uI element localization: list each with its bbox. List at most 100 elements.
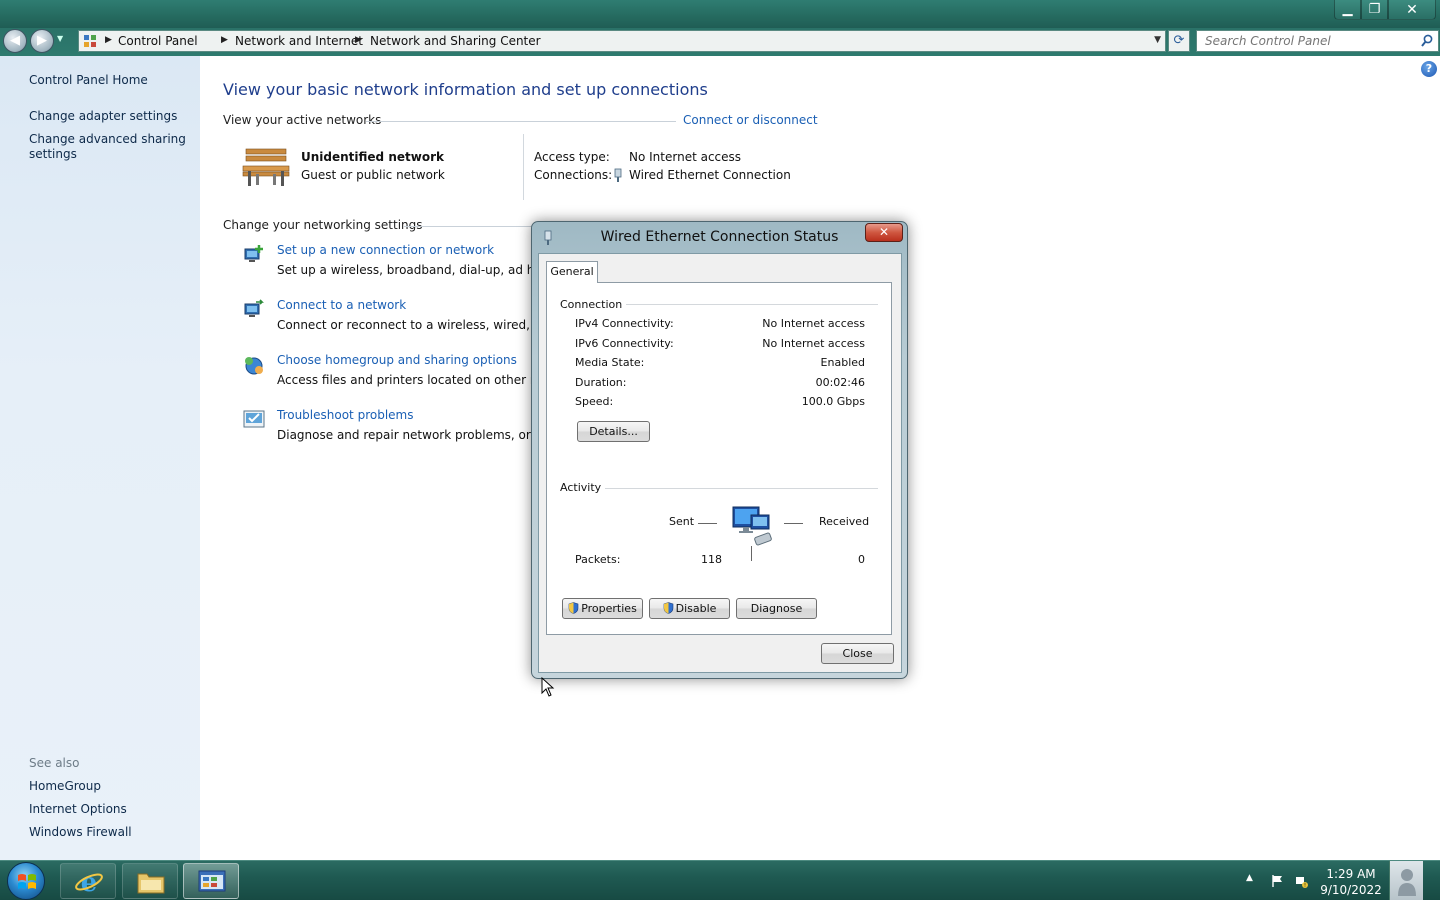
ipv6-label: IPv6 Connectivity: bbox=[575, 337, 674, 350]
taskbar-windows-explorer[interactable] bbox=[122, 863, 178, 899]
properties-button-label: Properties bbox=[581, 602, 637, 615]
network-type-link[interactable]: Guest or public network bbox=[301, 168, 445, 182]
disable-button[interactable]: Disable bbox=[649, 598, 730, 619]
diagnose-button[interactable]: Diagnose bbox=[736, 598, 817, 619]
show-hidden-icons-arrow[interactable]: ▲ bbox=[1246, 873, 1253, 883]
ethernet-plug-icon bbox=[614, 168, 622, 182]
help-icon[interactable]: ? bbox=[1421, 61, 1437, 77]
windows-firewall-link[interactable]: Windows Firewall bbox=[29, 825, 189, 840]
group-divider bbox=[623, 304, 878, 305]
connect-to-network-icon bbox=[244, 299, 264, 317]
duration-value: 00:02:46 bbox=[815, 376, 865, 389]
show-desktop-button[interactable] bbox=[1389, 861, 1423, 900]
troubleshoot-link[interactable]: Troubleshoot problems bbox=[277, 408, 413, 422]
minimize-button[interactable]: ▁ bbox=[1334, 0, 1361, 20]
taskbar-internet-explorer[interactable]: e bbox=[60, 863, 116, 899]
group-divider bbox=[603, 488, 878, 489]
received-line bbox=[784, 523, 803, 524]
homegroup-sharing-link[interactable]: Choose homegroup and sharing options bbox=[277, 353, 517, 367]
network-computers-icon bbox=[732, 506, 772, 546]
taskbar-control-panel[interactable] bbox=[183, 863, 239, 899]
disable-button-label: Disable bbox=[675, 602, 717, 615]
svg-text:!: ! bbox=[1304, 883, 1306, 888]
connect-to-network-link[interactable]: Connect to a network bbox=[277, 298, 406, 312]
duration-label: Duration: bbox=[575, 376, 627, 389]
change-advanced-sharing-link[interactable]: Change advanced sharing settings bbox=[29, 132, 189, 162]
troubleshoot-icon bbox=[243, 410, 265, 428]
connections-label: Connections: bbox=[534, 168, 613, 182]
search-input[interactable] bbox=[1197, 31, 1412, 51]
breadcrumb-separator[interactable]: ▶ bbox=[221, 35, 228, 45]
wired-ethernet-connection-link[interactable]: Wired Ethernet Connection bbox=[629, 168, 791, 182]
connect-or-disconnect-link[interactable]: Connect or disconnect bbox=[683, 113, 818, 127]
page-title: View your basic network information and … bbox=[223, 80, 708, 99]
active-networks-label: View your active networks bbox=[223, 113, 382, 127]
change-adapter-settings-link[interactable]: Change adapter settings bbox=[29, 109, 189, 124]
sent-label: Sent bbox=[669, 515, 695, 528]
clock-date: 9/10/2022 bbox=[1320, 883, 1382, 897]
internet-explorer-icon: e bbox=[75, 868, 103, 896]
close-button[interactable]: Close bbox=[821, 643, 894, 664]
address-bar[interactable]: ▶ Control Panel ▶ Network and Internet ▶… bbox=[78, 30, 1166, 52]
clock-time: 1:29 AM bbox=[1326, 867, 1376, 881]
clock[interactable]: 1:29 AM 9/10/2022 bbox=[1318, 866, 1384, 898]
packets-divider bbox=[751, 546, 752, 561]
dialog-close-x-button[interactable]: ✕ bbox=[865, 223, 903, 242]
address-dropdown-icon[interactable]: ▼ bbox=[1154, 35, 1161, 45]
packets-label: Packets: bbox=[575, 553, 621, 566]
internet-options-link[interactable]: Internet Options bbox=[29, 802, 189, 817]
setup-new-connection-link[interactable]: Set up a new connection or network bbox=[277, 243, 494, 257]
taskbar: e ▲ ! 1:29 AM 9/10/2022 bbox=[0, 860, 1440, 900]
ipv4-label: IPv4 Connectivity: bbox=[575, 317, 674, 330]
uac-shield-icon bbox=[568, 602, 579, 614]
details-button[interactable]: Details... bbox=[577, 421, 650, 442]
dialog-title: Wired Ethernet Connection Status bbox=[600, 229, 839, 245]
start-button[interactable] bbox=[7, 862, 45, 900]
networking-settings-label: Change your networking settings bbox=[223, 218, 423, 232]
back-button[interactable]: ◀ bbox=[3, 29, 27, 53]
recent-pages-dropdown[interactable]: ▼ bbox=[57, 34, 63, 43]
maximize-button[interactable]: ❐ bbox=[1361, 0, 1388, 20]
breadcrumb-control-panel[interactable]: Control Panel bbox=[118, 34, 198, 48]
speed-label: Speed: bbox=[575, 395, 614, 408]
window-titlebar: ▁ ❐ ✕ bbox=[0, 0, 1440, 28]
mouse-cursor-icon bbox=[541, 677, 555, 697]
network-no-internet-icon[interactable]: ! bbox=[1294, 874, 1308, 888]
breadcrumb-separator[interactable]: ▶ bbox=[355, 35, 362, 45]
search-box[interactable] bbox=[1196, 30, 1439, 52]
user-icon bbox=[1398, 869, 1416, 896]
media-state-value: Enabled bbox=[820, 356, 865, 369]
activity-group-label: Activity bbox=[560, 481, 606, 494]
left-navigation-pane: Control Panel Home Change adapter settin… bbox=[0, 56, 200, 860]
ipv6-value: No Internet access bbox=[762, 337, 865, 350]
breadcrumb-network-sharing-center[interactable]: Network and Sharing Center bbox=[370, 34, 541, 48]
network-divider bbox=[523, 134, 524, 200]
see-also-heading: See also bbox=[29, 756, 80, 770]
window-close-button[interactable]: ✕ bbox=[1388, 0, 1436, 20]
forward-button[interactable]: ▶ bbox=[30, 29, 54, 53]
control-panel-window-icon bbox=[198, 870, 226, 892]
park-bench-icon bbox=[242, 148, 290, 186]
connection-group-label: Connection bbox=[560, 298, 627, 311]
breadcrumb-separator[interactable]: ▶ bbox=[105, 35, 112, 45]
breadcrumb-network-and-internet[interactable]: Network and Internet bbox=[235, 34, 363, 48]
search-icon[interactable] bbox=[1421, 34, 1433, 48]
general-tab-panel: Connection IPv4 Connectivity: No Interne… bbox=[546, 282, 892, 635]
homegroup-link[interactable]: HomeGroup bbox=[29, 779, 189, 794]
network-name: Unidentified network bbox=[301, 150, 444, 164]
properties-button[interactable]: Properties bbox=[562, 598, 643, 619]
control-panel-home-link[interactable]: Control Panel Home bbox=[29, 73, 189, 88]
tab-general[interactable]: General bbox=[546, 261, 598, 283]
media-state-label: Media State: bbox=[575, 356, 645, 369]
folder-icon bbox=[137, 873, 165, 894]
refresh-button[interactable]: ⟳ bbox=[1168, 30, 1190, 52]
control-panel-icon bbox=[84, 35, 96, 47]
connection-status-dialog: Wired Ethernet Connection Status ✕ Gener… bbox=[531, 221, 908, 679]
action-center-flag-icon[interactable] bbox=[1270, 874, 1284, 888]
ipv4-value: No Internet access bbox=[762, 317, 865, 330]
packets-received-value: 0 bbox=[858, 553, 865, 566]
address-row: ◀ ▶ ▼ ▶ Control Panel ▶ Network and Inte… bbox=[0, 28, 1440, 56]
dialog-body: General Connection IPv4 Connectivity: No… bbox=[538, 253, 902, 673]
access-type-label: Access type: bbox=[534, 150, 610, 164]
sent-line bbox=[698, 523, 717, 524]
